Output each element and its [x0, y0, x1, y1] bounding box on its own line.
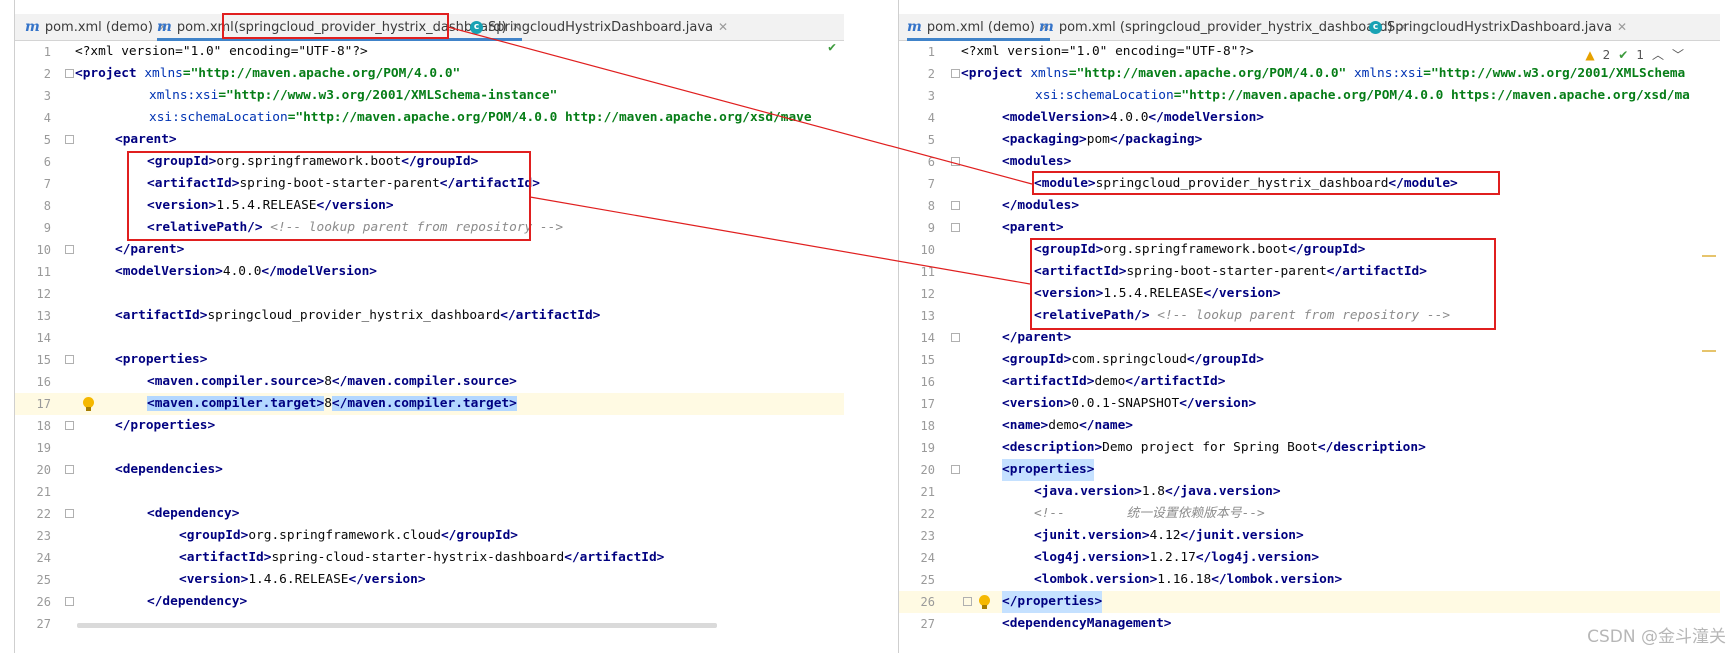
watermark: CSDN @金斗潼关	[1587, 627, 1726, 647]
code-line: 11 <modelVersion>4.0.0</modelVersion>	[36, 264, 377, 279]
intention-bulb-icon[interactable]	[83, 397, 94, 411]
code-line: 5 <packaging>pom</packaging>	[927, 132, 1203, 147]
warning-stripe-mark[interactable]	[1702, 350, 1716, 352]
code-line: 19 <description>Demo project for Spring B…	[920, 440, 1426, 455]
code-line: 22 <!-- 统一设置依赖版本号-->	[920, 506, 1265, 521]
maven-icon: m	[25, 19, 40, 35]
code-line: 15 <properties>	[36, 352, 208, 367]
code-line: 6 <modules>	[927, 154, 1072, 169]
tab-java-class[interactable]: c SpringcloudHystrixDashboard.java ✕	[1369, 14, 1627, 40]
code-line: 9 <parent>	[927, 220, 1064, 235]
code-line: 14	[36, 331, 51, 345]
code-line: 16 <artifactId>demo</artifactId>	[920, 374, 1226, 389]
code-line: 26 </dependency>	[36, 594, 248, 609]
code-line: 2 <project xmlns="http://maven.apache.org…	[43, 66, 461, 81]
xml-declaration: <?xml version="1.0" encoding="UTF-8"?>	[961, 44, 1254, 59]
code-line: 24 <log4j.version>1.2.17</log4j.version>	[920, 550, 1320, 565]
code-line: 23 <junit.version>4.12</junit.version>	[920, 528, 1304, 543]
tab-label: pom.xml (demo)	[926, 19, 1035, 35]
code-line: 21 <java.version>1.8</java.version>	[920, 484, 1281, 499]
code-line: 22 <dependency>	[36, 506, 240, 521]
code-line: 25 <version>1.4.6.RELEASE</version>	[36, 572, 426, 587]
maven-icon: m	[157, 19, 172, 35]
right-editor-pane: m pom.xml (demo) ✕ m pom.xml (springclou…	[898, 0, 1720, 653]
code-line: 18 </properties>	[36, 418, 216, 433]
code-line: 10 </parent>	[36, 242, 185, 257]
tab-label: SpringcloudHystrixDashboard.java	[1387, 19, 1613, 35]
tab-label: SpringcloudHystrixDashboard.java	[488, 19, 714, 35]
annotation-box-module	[1032, 171, 1500, 195]
annotation-box-module-tab	[222, 13, 449, 39]
tab-java-class[interactable]: c SpringcloudHystrixDashboard.java ✕	[470, 14, 728, 40]
code-line: 13 <artifactId>springcloud_provider_hystr…	[36, 308, 601, 323]
code-line: 3 xsi:schemaLocation="http://maven.apache…	[927, 88, 1690, 103]
tab-label: pom.xml (demo)	[44, 19, 153, 35]
code-line: 5 <parent>	[43, 132, 177, 147]
code-line: 15 <groupId>com.springcloud</groupId>	[920, 352, 1264, 367]
xml-declaration: <?xml version="1.0" encoding="UTF-8"?>	[75, 44, 368, 59]
code-line-current: 26 </properties>	[899, 591, 1720, 613]
code-line: 20 <properties>	[899, 459, 1720, 481]
code-line: 25 <lombok.version>1.16.18</lombok.versio…	[920, 572, 1343, 587]
code-line: 19	[36, 441, 51, 455]
tab-label: pom.xml (springcloud_provider_hystrix_da…	[1058, 19, 1393, 35]
code-line: 3 xmlns:xsi="http://www.w3.org/2001/XMLSc…	[43, 88, 558, 103]
java-class-icon: c	[470, 20, 483, 34]
code-line: 2 <project xmlns="http://maven.apache.org…	[927, 66, 1686, 81]
java-class-icon: c	[1369, 20, 1382, 34]
close-icon[interactable]: ✕	[718, 20, 728, 34]
code-line-current: 17 <maven.compiler.target>8</maven.compil…	[15, 393, 844, 415]
code-line: 14 </parent>	[920, 330, 1072, 345]
right-tab-bar: m pom.xml (demo) ✕ m pom.xml (springclou…	[899, 14, 1720, 41]
code-line: 24 <artifactId>spring-cloud-starter-hystr…	[36, 550, 665, 565]
code-line: 18 <name>demo</name>	[920, 418, 1133, 433]
tab-pom-hystrix-dashboard[interactable]: m pom.xml (springcloud_provider_hystrix_…	[1039, 14, 1408, 40]
left-editor-pane: m pom.xml (demo) ✕ m pom.xml (springclou…	[14, 0, 844, 653]
tab-pom-demo[interactable]: m pom.xml (demo) ✕	[25, 14, 168, 40]
code-line: 1 <?xml version="1.0" encoding="UTF-8"?>	[899, 41, 1720, 63]
annotation-box-parent-left	[127, 151, 531, 241]
code-line: 12	[36, 287, 51, 301]
maven-icon: m	[907, 19, 922, 35]
code-line: 17 <version>0.0.1-SNAPSHOT</version>	[920, 396, 1257, 411]
code-line: 16 <maven.compiler.source>8</maven.compil…	[36, 374, 517, 389]
code-line: 1 <?xml version="1.0" encoding="UTF-8"?>	[15, 41, 844, 63]
error-stripe[interactable]	[1702, 60, 1716, 580]
left-code-editor[interactable]: ✔ 1 <?xml version="1.0" encoding="UTF-8"?…	[15, 40, 844, 653]
code-line: 21	[36, 485, 51, 499]
close-icon[interactable]: ✕	[1617, 20, 1627, 34]
warning-stripe-mark[interactable]	[1702, 255, 1716, 257]
annotation-box-parent-right	[1030, 238, 1496, 330]
code-line: 20 <dependencies>	[36, 462, 223, 477]
code-line: 4 <modelVersion>4.0.0</modelVersion>	[927, 110, 1264, 125]
intention-bulb-icon[interactable]	[979, 595, 990, 609]
tab-pom-demo[interactable]: m pom.xml (demo) ✕	[907, 14, 1051, 41]
code-line: 8 </modules>	[927, 198, 1080, 213]
right-code-editor[interactable]: 1 <?xml version="1.0" encoding="UTF-8"?> …	[899, 41, 1720, 653]
maven-icon: m	[1039, 19, 1054, 35]
horizontal-scrollbar[interactable]	[77, 623, 717, 628]
code-line: 4 xsi:schemaLocation="http://maven.apache…	[43, 110, 812, 125]
code-line: 23 <groupId>org.springframework.cloud</gr…	[36, 528, 519, 543]
